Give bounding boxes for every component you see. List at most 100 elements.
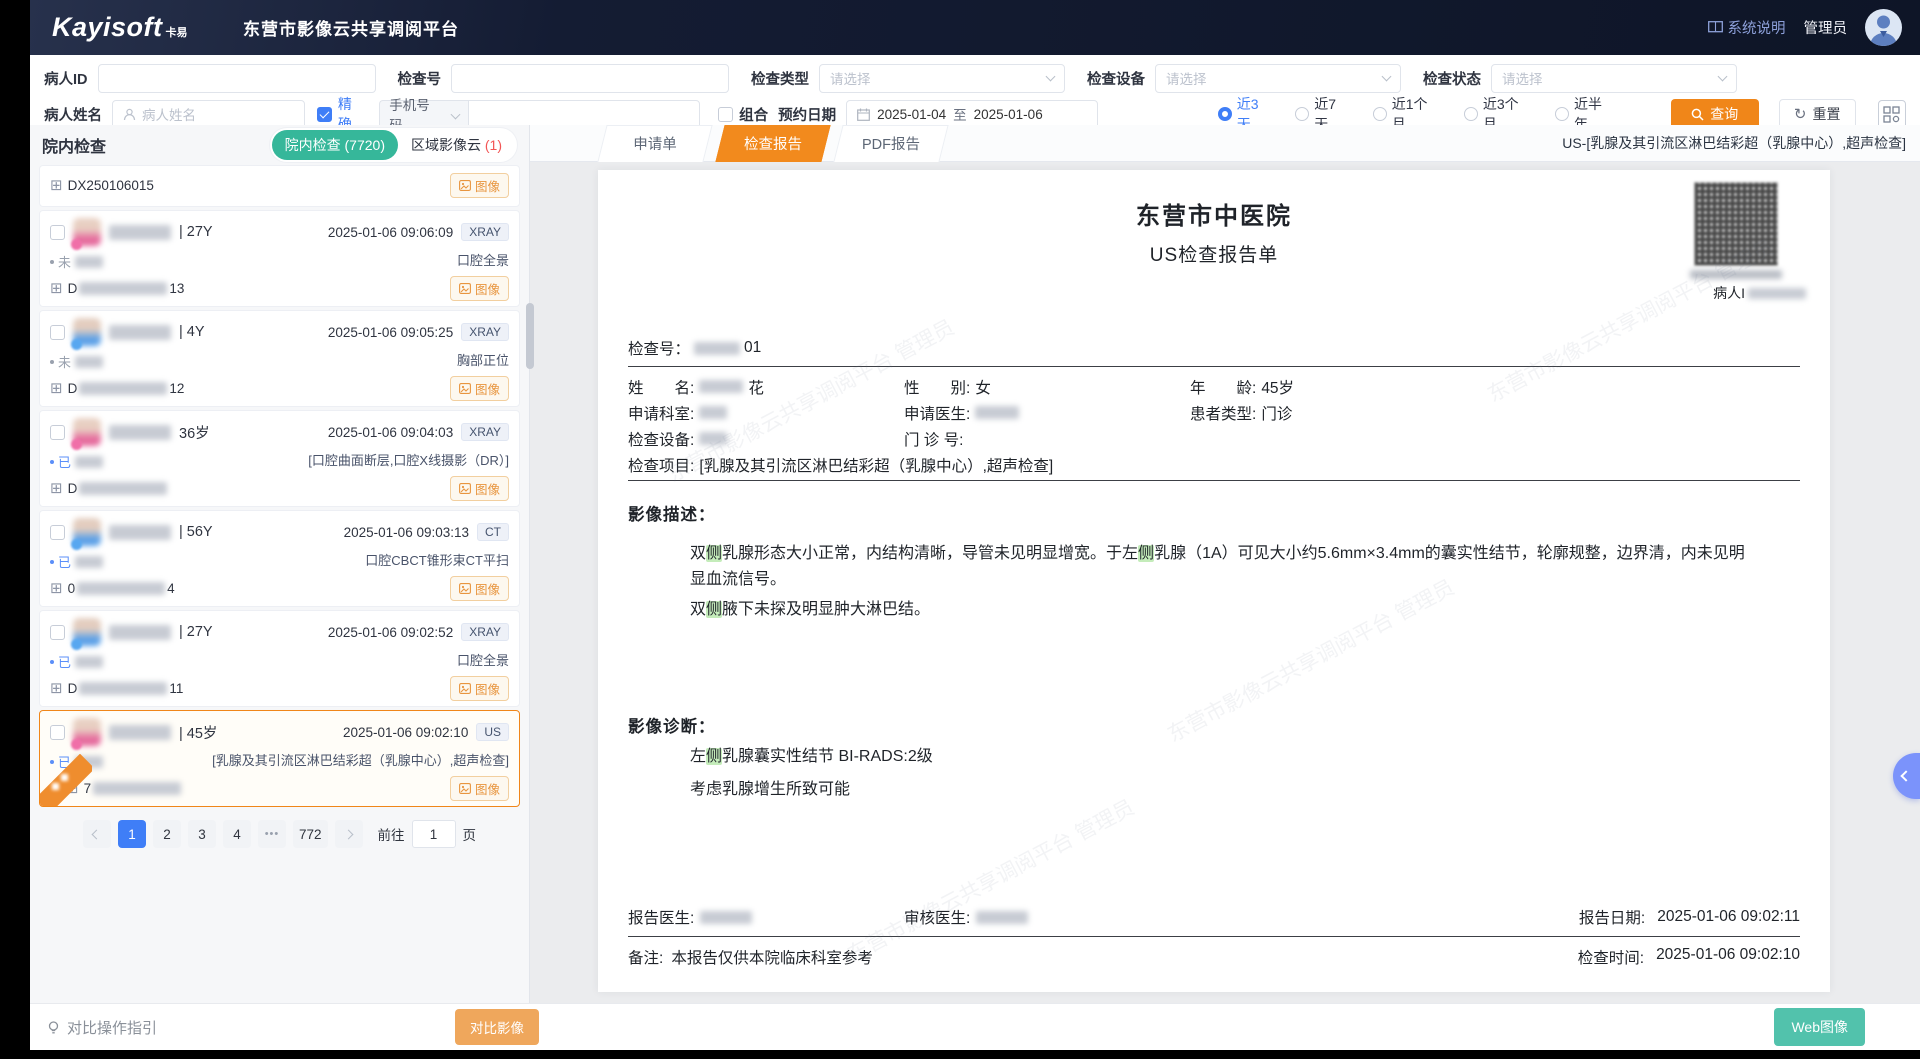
combo-checkbox[interactable]: [718, 107, 733, 122]
source-tabs: 院内检查 (7720) 区域影像云 (1): [270, 128, 517, 162]
patient-avatar: [73, 218, 101, 246]
status-redacted: [75, 556, 103, 568]
patient-name-label: 病人姓名: [44, 104, 102, 125]
exam-list-item[interactable]: | 27Y 2025-01-06 09:02:52 XRAY 已 口腔全景 ⊞ …: [39, 610, 520, 707]
page-button-last[interactable]: 772: [293, 820, 328, 848]
exam-list-item[interactable]: | 27Y 2025-01-06 09:06:09 XRAY 未 口腔全景 ⊞ …: [39, 210, 520, 307]
web-image-button[interactable]: Web图像: [1774, 1008, 1865, 1046]
grid-icon: ⊞: [50, 381, 63, 396]
status-select[interactable]: 请选择: [1491, 64, 1737, 93]
patient-avatar: [73, 418, 101, 446]
modality-tag: XRAY: [461, 323, 509, 341]
exam-type-select[interactable]: 请选择: [819, 64, 1065, 93]
description-title: 影像描述：: [628, 501, 1800, 525]
gender-icon: [71, 639, 82, 650]
tab-exam-report[interactable]: 检查报告: [714, 125, 832, 162]
field-exam-item: 检查项目:[乳腺及其引流区淋巴结彩超（乳腺中心）,超声检查]: [628, 453, 1800, 476]
page-button-3[interactable]: 3: [188, 820, 216, 848]
exam-number: D12: [68, 381, 185, 396]
exam-checkbox[interactable]: [50, 625, 65, 640]
patient-id-input[interactable]: [98, 64, 376, 93]
goto-page-input[interactable]: 1: [412, 820, 456, 848]
page-unit-label: 页: [463, 824, 477, 844]
image-button[interactable]: 图像: [450, 173, 509, 198]
status-badge: 未: [50, 352, 103, 371]
modality-tag: XRAY: [461, 623, 509, 641]
status-dot-icon: [50, 360, 54, 364]
exam-list-item[interactable]: | 4Y 2025-01-06 09:05:25 XRAY 未 胸部正位 ⊞ D…: [39, 310, 520, 407]
patient-name-redacted: [109, 725, 171, 740]
exam-description: 口腔全景: [457, 652, 509, 670]
status-dot-icon: [50, 260, 54, 264]
guide-lamp-icon: [46, 1020, 61, 1035]
exam-no-input[interactable]: [451, 64, 729, 93]
exam-description: 口腔全景: [457, 252, 509, 270]
person-icon: [123, 108, 136, 121]
exam-description: 胸部正位: [457, 352, 509, 370]
field-name: 姓 名:花: [628, 375, 904, 398]
tab-regional-cloud[interactable]: 区域影像云 (1): [398, 130, 515, 160]
image-button[interactable]: 图像: [450, 776, 509, 801]
exam-checkbox[interactable]: [50, 525, 65, 540]
image-button[interactable]: 图像: [450, 676, 509, 701]
exam-list-panel: 院内检查 院内检查 (7720) 区域影像云 (1) ⊞ DX250106015…: [30, 125, 530, 1003]
corner-ribbon-badge: [40, 754, 92, 806]
layout-grid-icon: [1883, 106, 1900, 123]
exam-checkbox[interactable]: [50, 425, 65, 440]
system-help-link[interactable]: 系统说明: [1708, 17, 1786, 38]
exam-time: 检查时间:2025-01-06 09:02:10: [1578, 946, 1800, 968]
image-icon: [459, 783, 471, 794]
page-button-4[interactable]: 4: [223, 820, 251, 848]
collapse-panel-button[interactable]: [1893, 753, 1920, 799]
logo-text: Kayisoft: [52, 12, 163, 43]
tab-request-form[interactable]: 申请单: [596, 125, 714, 162]
field-age: 年 龄:45岁: [1190, 375, 1800, 398]
compare-images-button[interactable]: 对比影像: [455, 1009, 539, 1045]
more-pages-icon[interactable]: •••: [258, 820, 286, 848]
review-doctor: 审核医生:: [904, 906, 1244, 928]
field-device: 检查设备:: [628, 427, 904, 450]
patient-name-redacted: [109, 225, 171, 240]
exam-list-item-partial[interactable]: ⊞ DX250106015 图像: [39, 165, 520, 207]
page-button-2[interactable]: 2: [153, 820, 181, 848]
patient-name-redacted: [109, 625, 171, 640]
book-icon: [1708, 21, 1723, 34]
user-avatar[interactable]: [1865, 9, 1902, 46]
page-button-1[interactable]: 1: [118, 820, 146, 848]
patient-id-redacted: [1748, 288, 1806, 299]
tab-internal-exams[interactable]: 院内检查 (7720): [272, 130, 398, 160]
exam-list-item[interactable]: 36岁 2025-01-06 09:04:03 XRAY 已 [口腔曲面断层,口…: [39, 410, 520, 507]
report-footer: 报告医生: 审核医生: 报告日期:2025-01-06 09:02:11: [628, 906, 1800, 928]
user-name[interactable]: 管理员: [1804, 17, 1848, 38]
diagnosis-line: 左侧乳腺囊实性结节 BI-RADS:2级: [690, 745, 1760, 770]
image-button[interactable]: 图像: [450, 376, 509, 401]
grid-icon: ⊞: [50, 581, 63, 596]
divider: [628, 936, 1800, 937]
compare-guide-link[interactable]: 对比操作指引: [46, 1017, 157, 1038]
radio-icon: [1555, 107, 1569, 121]
patient-avatar: [73, 618, 101, 646]
exam-description: 口腔CBCT锥形束CT平扫: [365, 552, 509, 570]
image-button[interactable]: 图像: [450, 576, 509, 601]
image-icon: [459, 483, 471, 494]
exam-checkbox[interactable]: [50, 725, 65, 740]
panel-scrollbar[interactable]: [526, 303, 534, 369]
next-page-button[interactable]: [335, 820, 363, 848]
tab-pdf-report[interactable]: PDF报告: [832, 125, 950, 162]
exam-list-item[interactable]: | 56Y 2025-01-06 09:03:13 CT 已 口腔CBCT锥形束…: [39, 510, 520, 607]
device-label: 检查设备: [1087, 68, 1145, 89]
exam-number: D13: [68, 281, 185, 296]
exam-checkbox[interactable]: [50, 225, 65, 240]
exact-checkbox[interactable]: [317, 107, 332, 122]
exam-checkbox[interactable]: [50, 325, 65, 340]
help-label: 系统说明: [1728, 17, 1786, 38]
gender-icon: [71, 339, 82, 350]
report-title: US检查报告单: [628, 240, 1800, 267]
prev-page-button[interactable]: [83, 820, 111, 848]
report-note-row: 备注:本报告仅供本院临床科室参考 检查时间:2025-01-06 09:02:1…: [628, 946, 1800, 968]
device-select[interactable]: 请选择: [1155, 64, 1401, 93]
exam-list-item-selected[interactable]: | 45岁 2025-01-06 09:02:10 US 已 [乳腺及其引流区淋…: [39, 710, 520, 807]
radio-icon: [1218, 107, 1232, 121]
image-button[interactable]: 图像: [450, 276, 509, 301]
image-button[interactable]: 图像: [450, 476, 509, 501]
